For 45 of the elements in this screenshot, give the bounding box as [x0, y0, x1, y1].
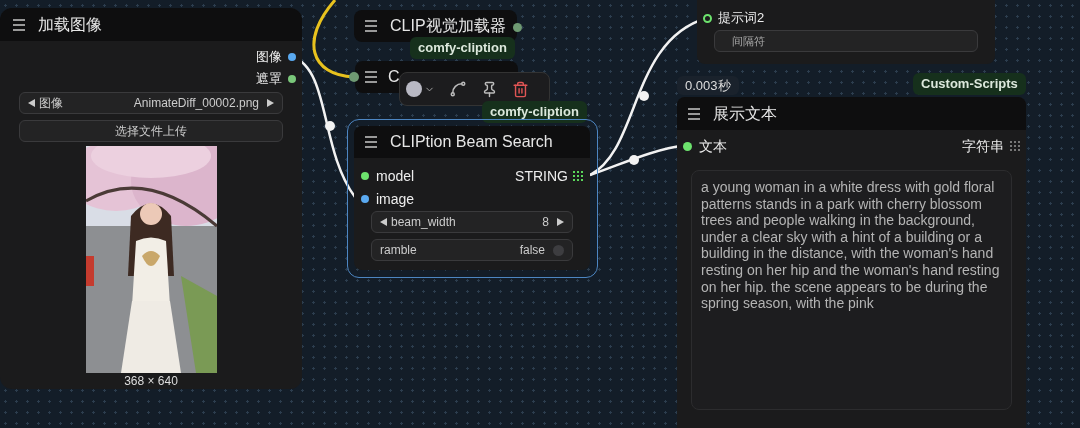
output-label: 图像	[256, 48, 282, 67]
arrow-left-icon[interactable]	[380, 218, 387, 226]
node-badge: comfy-cliption	[410, 37, 515, 59]
combo-label: 图像	[39, 95, 63, 112]
combo-value: AnimateDiff_00002.png	[133, 95, 259, 112]
node-badge: comfy-cliption	[482, 101, 587, 123]
input-label: image	[376, 189, 415, 209]
grid-icon	[1010, 141, 1020, 151]
node-title: 加载图像	[38, 14, 102, 35]
node-title: CLIPtion Beam Search	[390, 132, 553, 152]
arrow-right-icon[interactable]	[267, 99, 274, 107]
node-title: C	[388, 67, 400, 87]
text-output-area[interactable]: a young woman in a white dress with gold floral patterns stands in a park with cherry blossom trees and people walking in the background, under a clear sky with a hint of a building or a building in the distance, with the woman's hand resting on her hip and the woman's hand resting on her hip. the scene appears to be during the spring season, with the pink	[691, 170, 1012, 410]
widget-value: false	[519, 242, 545, 259]
separator-field[interactable]: 间隔符	[714, 30, 978, 52]
delete-icon[interactable]	[512, 80, 529, 98]
menu-icon[interactable]	[687, 107, 701, 120]
widget-value: 8	[542, 214, 549, 231]
arrow-left-icon[interactable]	[28, 99, 35, 107]
node-title: CLIP视觉加载器	[390, 16, 506, 36]
output-label: 遮罩	[256, 70, 282, 89]
grid-icon	[573, 171, 583, 181]
color-picker-button[interactable]	[406, 81, 435, 97]
toggle-widget[interactable]: ramble false	[371, 239, 573, 261]
input-label: 文本	[699, 136, 727, 156]
image-combo[interactable]: 图像 AnimateDiff_00002.png	[19, 92, 283, 114]
menu-icon[interactable]	[364, 71, 378, 83]
upload-button[interactable]: 选择文件上传	[19, 120, 283, 142]
output-label: STRING	[515, 166, 568, 186]
widget-label: ramble	[380, 242, 417, 259]
menu-icon[interactable]	[12, 18, 26, 31]
execution-time-label: 0.003秒	[677, 76, 739, 95]
arrow-right-icon[interactable]	[557, 218, 564, 226]
widget-label: beam_width	[391, 214, 456, 231]
image-size-caption: 368 × 640	[124, 373, 178, 389]
menu-icon[interactable]	[364, 20, 378, 32]
input-label: model	[376, 166, 415, 186]
pin-icon[interactable]	[481, 80, 498, 98]
node-title: 展示文本	[713, 103, 777, 124]
number-widget[interactable]: beam_width 8	[371, 211, 573, 233]
menu-icon[interactable]	[364, 136, 378, 148]
input-label: 提示词2	[718, 9, 765, 28]
output-label: 字符串	[962, 136, 1004, 156]
node-badge: Custom-Scripts	[913, 73, 1026, 95]
bezier-icon[interactable]	[449, 80, 467, 98]
